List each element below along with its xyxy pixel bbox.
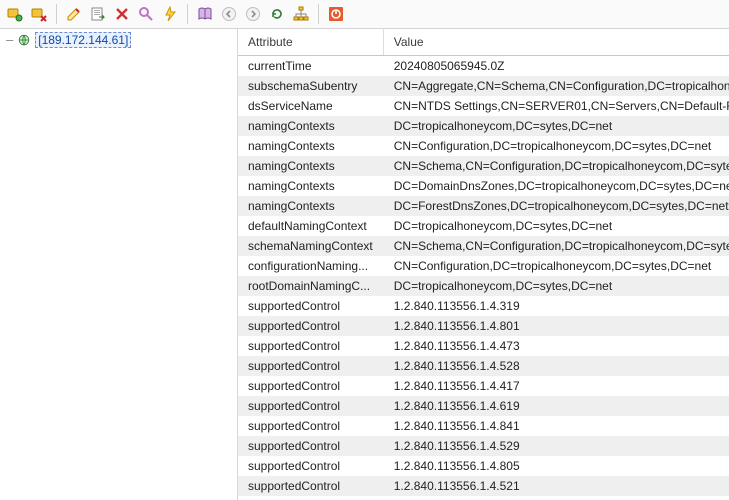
disconnect-server-icon[interactable] (28, 3, 50, 25)
cell-attribute: configurationNaming... (238, 256, 383, 276)
cell-value: CN=NTDS Settings,CN=SERVER01,CN=Servers,… (383, 96, 729, 116)
tree-node-server[interactable]: – [189.172.144.61] (0, 29, 237, 51)
cell-value: CN=Schema,CN=Configuration,DC=tropicalho… (383, 156, 729, 176)
cell-value: 1.2.840.113556.1.4.521 (383, 476, 729, 496)
cell-attribute: supportedControl (238, 456, 383, 476)
table-row[interactable]: supportedControl1.2.840.113556.1.4.619 (238, 396, 729, 416)
book-icon[interactable] (194, 3, 216, 25)
table-row[interactable]: supportedControl1.2.840.113556.1.4.805 (238, 456, 729, 476)
cell-value: 1.2.840.113556.1.4.529 (383, 436, 729, 456)
cell-attribute: namingContexts (238, 156, 383, 176)
table-row[interactable]: supportedControl1.2.840.113556.1.4.529 (238, 436, 729, 456)
attribute-grid[interactable]: Attribute Value currentTime2024080506594… (238, 29, 729, 500)
table-row[interactable]: supportedControl1.2.840.113556.1.4.319 (238, 296, 729, 316)
cell-attribute: supportedControl (238, 476, 383, 496)
toolbar-separator (56, 4, 57, 24)
connect-server-icon[interactable] (4, 3, 26, 25)
table-row[interactable]: currentTime20240805065945.0Z (238, 56, 729, 77)
refresh-icon[interactable] (266, 3, 288, 25)
table-row[interactable]: namingContextsCN=Configuration,DC=tropic… (238, 136, 729, 156)
cell-value: 1.2.840.113556.1.4.805 (383, 456, 729, 476)
table-row[interactable]: subschemaSubentryCN=Aggregate,CN=Schema,… (238, 76, 729, 96)
cell-attribute: namingContexts (238, 176, 383, 196)
table-row[interactable]: namingContextsDC=DomainDnsZones,DC=tropi… (238, 176, 729, 196)
bolt-icon[interactable] (159, 3, 181, 25)
cell-value: CN=Aggregate,CN=Schema,CN=Configuration,… (383, 76, 729, 96)
col-value[interactable]: Value (383, 29, 729, 56)
cell-attribute: supportedControl (238, 316, 383, 336)
table-row[interactable]: supportedControl1.2.840.113556.1.4.528 (238, 356, 729, 376)
table-row[interactable]: rootDomainNamingC...DC=tropicalhoneycom,… (238, 276, 729, 296)
table-row[interactable]: schemaNamingContextCN=Schema,CN=Configur… (238, 236, 729, 256)
cell-attribute: supportedControl (238, 496, 383, 500)
cell-value: 1.2.840.113556.1.4.801 (383, 316, 729, 336)
cell-attribute: namingContexts (238, 136, 383, 156)
cell-attribute: namingContexts (238, 196, 383, 216)
toolbar-separator (187, 4, 188, 24)
table-row[interactable]: supportedControl1.2.840.113556.1.4.417 (238, 376, 729, 396)
tree-node-label[interactable]: [189.172.144.61] (35, 32, 131, 48)
table-row[interactable]: dsServiceNameCN=NTDS Settings,CN=SERVER0… (238, 96, 729, 116)
table-header-row: Attribute Value (238, 29, 729, 56)
cell-value: DC=tropicalhoneycom,DC=sytes,DC=net (383, 216, 729, 236)
table-row[interactable]: supportedControl1.2.840.113556.1.4.473 (238, 336, 729, 356)
forward-icon[interactable] (242, 3, 264, 25)
table-row[interactable]: namingContextsDC=ForestDnsZones,DC=tropi… (238, 196, 729, 216)
cell-attribute: supportedControl (238, 376, 383, 396)
cell-attribute: namingContexts (238, 116, 383, 136)
col-attribute[interactable]: Attribute (238, 29, 383, 56)
main-toolbar (0, 0, 729, 29)
power-icon[interactable] (325, 3, 347, 25)
cell-value: 20240805065945.0Z (383, 56, 729, 77)
edit-icon[interactable] (63, 3, 85, 25)
tree-icon[interactable] (290, 3, 312, 25)
cell-attribute: supportedControl (238, 356, 383, 376)
table-row[interactable]: namingContextsDC=tropicalhoneycom,DC=syt… (238, 116, 729, 136)
cell-value: 1.2.840.113556.1.4.528 (383, 356, 729, 376)
cell-attribute: dsServiceName (238, 96, 383, 116)
cell-attribute: supportedControl (238, 296, 383, 316)
search-icon[interactable] (135, 3, 157, 25)
cell-attribute: subschemaSubentry (238, 76, 383, 96)
cell-value: CN=Configuration,DC=tropicalhoneycom,DC=… (383, 136, 729, 156)
cell-value: 1.2.840.113556.1.4.970 (383, 496, 729, 500)
tree-collapse-handle[interactable]: – (6, 33, 13, 47)
table-row[interactable]: supportedControl1.2.840.113556.1.4.801 (238, 316, 729, 336)
cell-value: 1.2.840.113556.1.4.841 (383, 416, 729, 436)
cell-value: CN=Schema,CN=Configuration,DC=tropicalho… (383, 236, 729, 256)
cell-value: 1.2.840.113556.1.4.417 (383, 376, 729, 396)
cell-value: CN=Configuration,DC=tropicalhoneycom,DC=… (383, 256, 729, 276)
cell-value: DC=ForestDnsZones,DC=tropicalhoneycom,DC… (383, 196, 729, 216)
cell-value: 1.2.840.113556.1.4.319 (383, 296, 729, 316)
table-row[interactable]: supportedControl1.2.840.113556.1.4.970 (238, 496, 729, 500)
toolbar-separator (318, 4, 319, 24)
table-row[interactable]: supportedControl1.2.840.113556.1.4.841 (238, 416, 729, 436)
cell-attribute: rootDomainNamingC... (238, 276, 383, 296)
globe-refresh-icon (17, 33, 31, 47)
cell-value: DC=DomainDnsZones,DC=tropicalhoneycom,DC… (383, 176, 729, 196)
table-body: currentTime20240805065945.0ZsubschemaSub… (238, 56, 729, 500)
cell-attribute: currentTime (238, 56, 383, 77)
cell-value: DC=tropicalhoneycom,DC=sytes,DC=net (383, 276, 729, 296)
delete-icon[interactable] (111, 3, 133, 25)
save-icon[interactable] (87, 3, 109, 25)
table-row[interactable]: supportedControl1.2.840.113556.1.4.521 (238, 476, 729, 496)
cell-attribute: supportedControl (238, 416, 383, 436)
cell-attribute: schemaNamingContext (238, 236, 383, 256)
cell-attribute: supportedControl (238, 336, 383, 356)
table-row[interactable]: configurationNaming...CN=Configuration,D… (238, 256, 729, 276)
main-split: – [189.172.144.61] Attribute Value curr (0, 29, 729, 500)
table-row[interactable]: defaultNamingContextDC=tropicalhoneycom,… (238, 216, 729, 236)
tree-pane[interactable]: – [189.172.144.61] (0, 29, 238, 500)
cell-value: 1.2.840.113556.1.4.619 (383, 396, 729, 416)
cell-attribute: supportedControl (238, 396, 383, 416)
table-row[interactable]: namingContextsCN=Schema,CN=Configuration… (238, 156, 729, 176)
back-icon[interactable] (218, 3, 240, 25)
attribute-table: Attribute Value currentTime2024080506594… (238, 29, 729, 500)
cell-attribute: defaultNamingContext (238, 216, 383, 236)
app-root: – [189.172.144.61] Attribute Value curr (0, 0, 729, 500)
cell-attribute: supportedControl (238, 436, 383, 456)
cell-value: 1.2.840.113556.1.4.473 (383, 336, 729, 356)
cell-value: DC=tropicalhoneycom,DC=sytes,DC=net (383, 116, 729, 136)
